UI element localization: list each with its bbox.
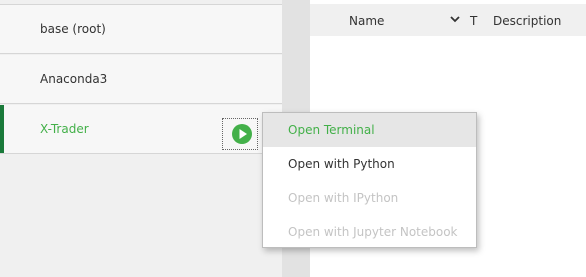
env-item-label: base (root) [40,22,106,36]
menu-item-label: Open with Python [288,157,395,171]
column-header-t[interactable]: T [470,14,477,28]
active-indicator [0,105,4,153]
menu-item-label: Open with IPython [288,191,399,205]
menu-item-open-terminal[interactable]: Open Terminal [263,113,476,147]
env-item-base-root[interactable]: base (root) [0,5,282,54]
env-item-label: Anaconda3 [40,72,108,86]
chevron-down-icon[interactable] [449,13,461,25]
menu-item-open-with-jupyter-notebook: Open with Jupyter Notebook [263,215,476,249]
menu-item-label: Open Terminal [288,123,375,137]
menu-item-open-with-ipython: Open with IPython [263,181,476,215]
env-item-label: X-Trader [40,122,89,136]
column-header-description[interactable]: Description [493,14,561,28]
packages-table-header: Name T Description [310,0,586,36]
play-icon [232,124,252,144]
env-play-button[interactable] [222,118,258,150]
menu-item-label: Open with Jupyter Notebook [288,225,458,239]
environment-list: base (root) Anaconda3 X-Trader [0,0,282,277]
menu-item-open-with-python[interactable]: Open with Python [263,147,476,181]
column-header-name[interactable]: Name [349,14,384,28]
env-item-x-trader[interactable]: X-Trader [0,105,282,154]
environment-context-menu: Open Terminal Open with Python Open with… [262,112,477,248]
env-item-anaconda3[interactable]: Anaconda3 [0,55,282,104]
